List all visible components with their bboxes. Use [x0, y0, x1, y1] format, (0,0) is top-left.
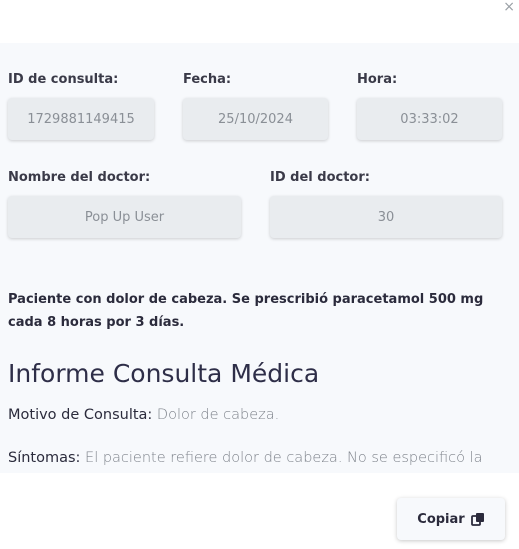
report-motivo: Motivo de Consulta: Dolor de cabeza. — [8, 407, 279, 423]
copy-button[interactable]: Copiar — [397, 498, 505, 540]
doctor-name-label: Nombre del doctor: — [8, 170, 151, 185]
consulta-id-field: 1729881149415 — [8, 98, 154, 140]
report-title: Informe Consulta Médica — [8, 359, 320, 388]
sintomas-label: Síntomas: — [8, 450, 81, 466]
hora-field: 03:33:02 — [357, 98, 502, 140]
consultation-panel: ID de consulta: 1729881149415 Fecha: 25/… — [0, 43, 519, 473]
motivo-value: Dolor de cabeza. — [156, 407, 280, 423]
fecha-field: 25/10/2024 — [183, 98, 328, 140]
fecha-label: Fecha: — [183, 72, 232, 87]
hora-label: Hora: — [357, 72, 398, 87]
doctor-id-field: 30 — [270, 196, 502, 238]
doctor-id-label: ID del doctor: — [270, 170, 370, 185]
doctor-name-field: Pop Up User — [8, 196, 241, 238]
sintomas-value: El paciente refiere dolor de cabeza. No … — [85, 450, 483, 466]
motivo-label: Motivo de Consulta: — [8, 407, 153, 423]
copy-button-label: Copiar — [417, 511, 465, 527]
consultation-notes: Paciente con dolor de cabeza. Se prescri… — [8, 292, 484, 330]
consulta-id-label: ID de consulta: — [8, 72, 119, 87]
close-icon[interactable]: × — [503, 0, 515, 14]
report-sintomas: Síntomas: El paciente refiere dolor de c… — [8, 450, 483, 466]
copy-icon — [470, 512, 485, 526]
